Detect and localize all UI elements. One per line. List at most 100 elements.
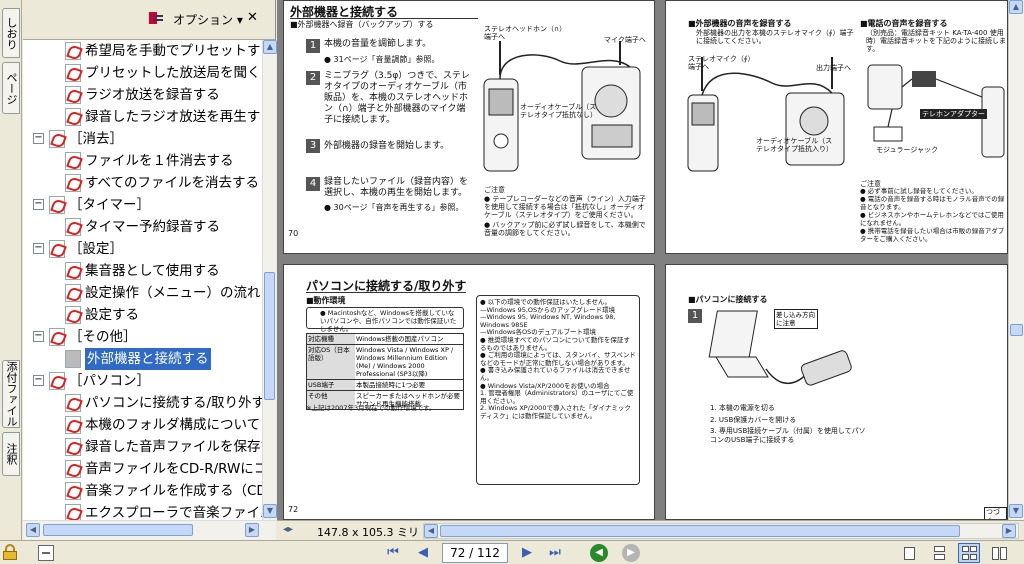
page-number-field[interactable]: 72 / 112	[442, 543, 508, 563]
page-72-spec-table: 対応機種 Windows搭載の国産パソコン 対応OS（日本語版） Windows…	[306, 333, 464, 410]
first-page-button[interactable]: ⏮	[384, 544, 402, 562]
bookmark-item[interactable]: 外部機器と接続する	[23, 348, 262, 370]
pdf-bookmark-icon	[65, 306, 81, 324]
bookmark-item[interactable]: 本機のフォルダ構成について	[23, 414, 262, 436]
previous-page-button[interactable]: ◀	[414, 544, 432, 562]
bookmark-label: ［消去］	[69, 131, 123, 147]
bookmark-item[interactable]: プリセットした放送局を聞く	[23, 62, 262, 84]
page-73-step: 2. USB保護カバーを開ける	[710, 416, 797, 424]
bookmark-item[interactable]: すべてのファイルを消去する（フ	[23, 172, 262, 194]
scroll-right-arrow-icon[interactable]: ▶	[245, 523, 259, 537]
split-handle-icon[interactable]: ◂▸	[283, 524, 293, 535]
collapse-toggle-icon[interactable]: −	[33, 133, 44, 144]
lock-icon[interactable]	[2, 544, 18, 560]
bookmark-item[interactable]: ラジオ放送を録音する	[23, 84, 262, 106]
page-71-subtitle-1: ■外部機器の音声を録音する	[688, 19, 792, 28]
bookmarks-hscroll-thumb[interactable]	[43, 524, 193, 536]
document-scroll-thumb[interactable]	[1010, 324, 1023, 336]
pdf-bookmark-icon	[65, 42, 81, 60]
page-73-step: 1. 本機の電源を切る	[710, 404, 775, 412]
bookmark-section[interactable]: − ［パソコン］	[23, 370, 262, 392]
doc-scroll-down-icon[interactable]: ▼	[1009, 504, 1023, 518]
pdf-bookmark-icon	[49, 240, 65, 258]
navigation-tab-strip: しおり ページ 添付ファイル 注釈	[0, 0, 22, 540]
bookmark-item[interactable]: 希望局を手動でプリセットする	[23, 40, 262, 62]
facing-layout-button[interactable]	[988, 543, 1010, 563]
bookmark-item[interactable]: 設定操作（メニュー）の流れ	[23, 282, 262, 304]
page-view-icon[interactable]	[38, 545, 54, 561]
document-hscroll-thumb[interactable]	[440, 525, 960, 537]
bookmark-item[interactable]: 集音器として使用する	[23, 260, 262, 282]
bookmark-label: 希望局を手動でプリセットする	[85, 43, 262, 59]
bookmark-label: すべてのファイルを消去する（フ	[85, 175, 262, 191]
spec-table-cell: Windows搭載の国産パソコン	[356, 335, 444, 343]
document-vertical-scrollbar[interactable]: ▲ ▼	[1008, 0, 1024, 520]
tab-pages[interactable]: ページ	[2, 62, 20, 114]
bookmark-label: ラジオ放送を録音する	[85, 87, 220, 103]
bookmark-item[interactable]: 音声ファイルをCD-R/RWにコピ	[23, 458, 262, 480]
forward-view-button[interactable]: ▶	[622, 544, 640, 562]
pdf-bookmark-icon	[65, 108, 81, 126]
bookmark-page-icon	[65, 350, 81, 368]
bookmarks-horizontal-scrollbar[interactable]: ◀ ▶	[23, 520, 276, 540]
page-71-label-modular-jack: モジュラージャック	[876, 146, 939, 154]
collapse-toggle-icon[interactable]: −	[33, 243, 44, 254]
bookmark-item[interactable]: 録音したラジオ放送を再生す	[23, 106, 262, 128]
spec-table-cell: 対応OS（日本語版）	[307, 345, 355, 379]
bookmark-section[interactable]: − ［タイマー］	[23, 194, 262, 216]
scroll-left-arrow-icon[interactable]: ◀	[26, 523, 40, 537]
page-71-notice-3: ● ビジネスホンやホームテレホンなどではご使用になれません。	[860, 211, 1004, 227]
document-view[interactable]: 外部機器と接続する ■外部機器へ録音（バックアップ）する 1 本機の音量を調節し…	[277, 0, 1008, 520]
pdf-bookmark-icon	[65, 262, 81, 280]
page-70-illustration	[483, 41, 641, 172]
pdf-bookmark-icon	[65, 394, 81, 412]
doc-scroll-left-icon[interactable]: ◀	[424, 524, 438, 538]
pdf-bookmark-icon	[65, 482, 81, 500]
bookmark-item[interactable]: エクスプローラで音楽ファイルを	[23, 502, 262, 520]
continuous-facing-layout-button[interactable]	[958, 543, 980, 563]
options-menu-button[interactable]: オプション ▾	[173, 11, 243, 28]
pdf-bookmark-icon	[65, 86, 81, 104]
page-70-callout-mic: マイク端子へ	[604, 36, 646, 44]
bookmark-tree: 希望局を手動でプリセットするプリセットした放送局を聞くラジオ放送を録音する録音し…	[23, 40, 262, 520]
bookmark-options-icon[interactable]	[149, 12, 163, 26]
page-71-subtitle-2: ■電話の音声を録音する	[860, 19, 948, 28]
next-page-button[interactable]: ▶	[518, 544, 536, 562]
page-72-note: 2. Windows XP/2000で導入された「ダイナミックディスク」には動作…	[480, 404, 631, 420]
continuous-layout-button[interactable]	[928, 543, 950, 563]
page-70-notice-title: ご注意	[484, 186, 505, 194]
page-72-subtitle: ■動作環境	[306, 296, 346, 305]
pdf-bookmark-icon	[65, 416, 81, 434]
pdf-bookmark-icon	[65, 284, 81, 302]
last-page-button[interactable]: ⏭	[546, 544, 564, 562]
bookmark-item[interactable]: タイマー予約録音する	[23, 216, 262, 238]
page-71: ■外部機器の音声を録音する 外部機器の出力を本機のステレオマイク（∮）端子に接続…	[665, 0, 1008, 254]
bookmark-item[interactable]: 録音した音声ファイルを保存で	[23, 436, 262, 458]
scroll-up-arrow-icon[interactable]: ▲	[263, 40, 277, 54]
scroll-down-arrow-icon[interactable]: ▼	[263, 504, 277, 518]
tab-attachments[interactable]: 添付ファイル	[2, 360, 20, 428]
single-page-layout-button[interactable]	[898, 543, 920, 563]
collapse-toggle-icon[interactable]: −	[33, 199, 44, 210]
page-70-callout-headphone: ステレオヘッドホン（∩）端子へ	[484, 25, 563, 41]
doc-scroll-up-icon[interactable]: ▲	[1009, 0, 1023, 14]
bookmark-item[interactable]: 音楽ファイルを作成する（CDリ	[23, 480, 262, 502]
bookmark-section[interactable]: − ［設定］	[23, 238, 262, 260]
page-70-step-3: 外部機器の録音を開始します。	[324, 141, 450, 151]
bookmark-item[interactable]: ファイルを１件消去する	[23, 150, 262, 172]
collapse-toggle-icon[interactable]: −	[33, 331, 44, 342]
tab-bookmarks[interactable]: しおり	[2, 8, 20, 58]
bookmark-section[interactable]: − ［その他］	[23, 326, 262, 348]
doc-scroll-right-icon[interactable]: ▶	[1002, 524, 1016, 538]
document-horizontal-scrollbar[interactable]: ◀ ▶	[423, 523, 1019, 539]
close-panel-icon[interactable]: ✕	[247, 10, 258, 25]
back-view-button[interactable]: ◀	[590, 544, 608, 562]
tab-comments[interactable]: 注釈	[2, 432, 20, 476]
bookmark-item[interactable]: 設定する	[23, 304, 262, 326]
pdf-bookmark-icon	[65, 64, 81, 82]
bookmark-section[interactable]: − ［消去］	[23, 128, 262, 150]
bookmarks-scroll-thumb[interactable]	[264, 272, 275, 400]
collapse-toggle-icon[interactable]: −	[33, 375, 44, 386]
bookmark-item[interactable]: パソコンに接続する/取り外す	[23, 392, 262, 414]
bookmarks-vertical-scrollbar[interactable]: ▲ ▼	[262, 40, 277, 520]
